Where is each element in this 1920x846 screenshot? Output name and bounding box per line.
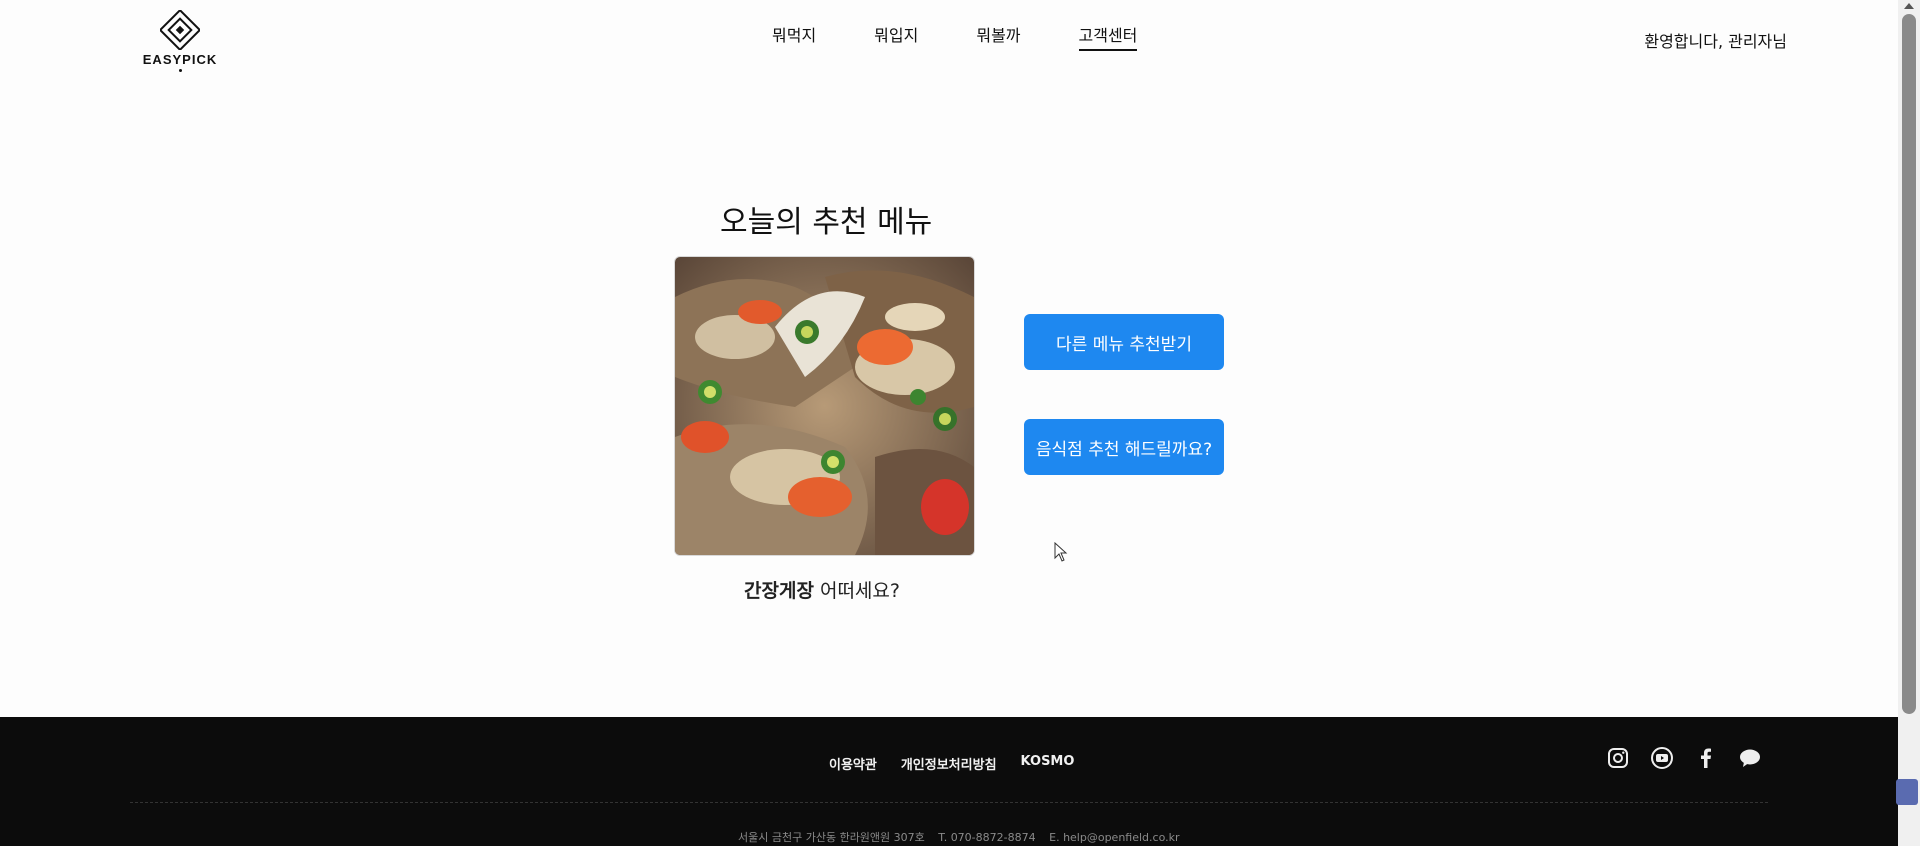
footer-phone: T. 070-8872-8874 — [938, 831, 1036, 844]
scroll-thumb[interactable] — [1902, 14, 1916, 714]
footer-links: 이용약관 개인정보처리방침 KOSMO — [829, 754, 1098, 773]
footer-address: 서울시 금천구 가산동 한라원앤원 307호 — [738, 831, 925, 844]
nav-item-eat[interactable]: 뭐먹지 — [772, 22, 816, 51]
menu-name: 간장게장 — [744, 580, 814, 602]
social-links — [1606, 746, 1762, 770]
footer-link-terms[interactable]: 이용약관 — [829, 754, 877, 773]
nav-item-wear[interactable]: 뭐입지 — [874, 22, 918, 51]
welcome-message[interactable]: 환영합니다, 관리자님 — [1644, 28, 1787, 52]
footer-link-kosmo[interactable]: KOSMO — [1021, 754, 1075, 773]
nav-item-watch[interactable]: 뭐볼까 — [976, 22, 1020, 51]
footer-link-privacy[interactable]: 개인정보처리방침 — [901, 754, 997, 773]
page-title: 오늘의 추천 메뉴 — [720, 205, 933, 240]
footer-company-info: 서울시 금천구 가산동 한라원앤원 307호 T. 070-8872-8874 … — [738, 829, 1190, 845]
marinated-crab-image — [675, 257, 974, 555]
floating-widget-badge[interactable] — [1896, 779, 1918, 805]
menu-caption: 간장게장 어떠세요? — [744, 576, 900, 603]
mouse-cursor-icon — [1054, 542, 1068, 562]
page-scrollbar[interactable] — [1898, 0, 1920, 846]
facebook-icon[interactable] — [1694, 746, 1718, 770]
footer-email[interactable]: E. help@openfield.co.kr — [1049, 831, 1179, 844]
nav-item-customer-center[interactable]: 고객센터 — [1078, 22, 1138, 51]
recommend-restaurant-button[interactable]: 음식점 추천 해드릴까요? — [1024, 419, 1224, 475]
logo-diamond-icon — [160, 10, 200, 50]
menu-photo — [674, 256, 975, 556]
youtube-icon[interactable] — [1650, 746, 1674, 770]
scroll-up-arrow-icon[interactable] — [1904, 3, 1914, 9]
logo-dot — [178, 69, 182, 72]
recommend-other-menu-button[interactable]: 다른 메뉴 추천받기 — [1024, 314, 1224, 370]
logo-text: EASYPICK — [142, 52, 218, 67]
menu-suffix: 어떠세요? — [813, 580, 900, 602]
site-footer: 이용약관 개인정보처리방침 KOSMO 서울시 금천구 가산동 한라원앤원 30… — [0, 717, 1898, 846]
site-header: EASYPICK 뭐먹지 뭐입지 뭐볼까 고객센터 환영합니다, 관리자님 — [0, 0, 1898, 80]
chat-icon[interactable] — [1738, 746, 1762, 770]
main-nav: 뭐먹지 뭐입지 뭐볼까 고객센터 — [772, 22, 1195, 51]
footer-divider — [130, 802, 1768, 803]
easypick-logo[interactable]: EASYPICK — [140, 10, 220, 76]
instagram-icon[interactable] — [1606, 746, 1630, 770]
